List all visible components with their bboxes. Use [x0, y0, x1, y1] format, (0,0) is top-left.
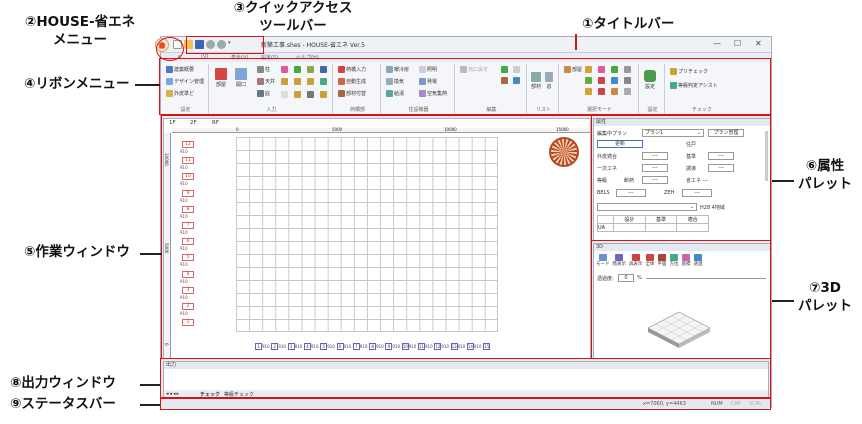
- leader-line: [135, 84, 160, 86]
- callout-frame-output: [160, 358, 771, 398]
- label-attr-palette: ⑥属性 パレット: [798, 158, 852, 192]
- leader-line: [140, 404, 160, 406]
- label-output-window: ⑧出力ウィンドウ: [10, 375, 116, 391]
- label-ribbon: ④リボンメニュー: [24, 76, 130, 92]
- callout-frame-qab: [186, 36, 264, 54]
- leader-line: [575, 34, 577, 50]
- callout-frame-work: [161, 115, 592, 359]
- callout-frame-attr: [591, 115, 771, 241]
- leader-line: [140, 384, 160, 386]
- callout-frame-status: [160, 398, 771, 410]
- maximize-button[interactable]: ☐: [734, 39, 741, 48]
- close-button[interactable]: ✕: [755, 39, 762, 48]
- window-title: 新築工事.shes - HOUSE-省エネ Ver.5: [261, 42, 365, 49]
- leader-line: [140, 253, 162, 255]
- label-3d-palette: ⑦3D パレット: [798, 280, 852, 314]
- label-title-bar: ①タイトルバー: [582, 16, 675, 32]
- label-work-window: ⑤作業ウィンドウ: [24, 244, 130, 260]
- label-house-menu: ②HOUSE-省エネ メニュー: [24, 14, 136, 48]
- label-status-bar: ⑨ステータスバー: [10, 396, 116, 412]
- minimize-button[interactable]: —: [713, 39, 721, 48]
- callout-frame-ribbon: [159, 58, 771, 115]
- label-quick-access: ③クイックアクセス ツールバー: [233, 0, 353, 34]
- callout-frame-3d: [591, 240, 771, 359]
